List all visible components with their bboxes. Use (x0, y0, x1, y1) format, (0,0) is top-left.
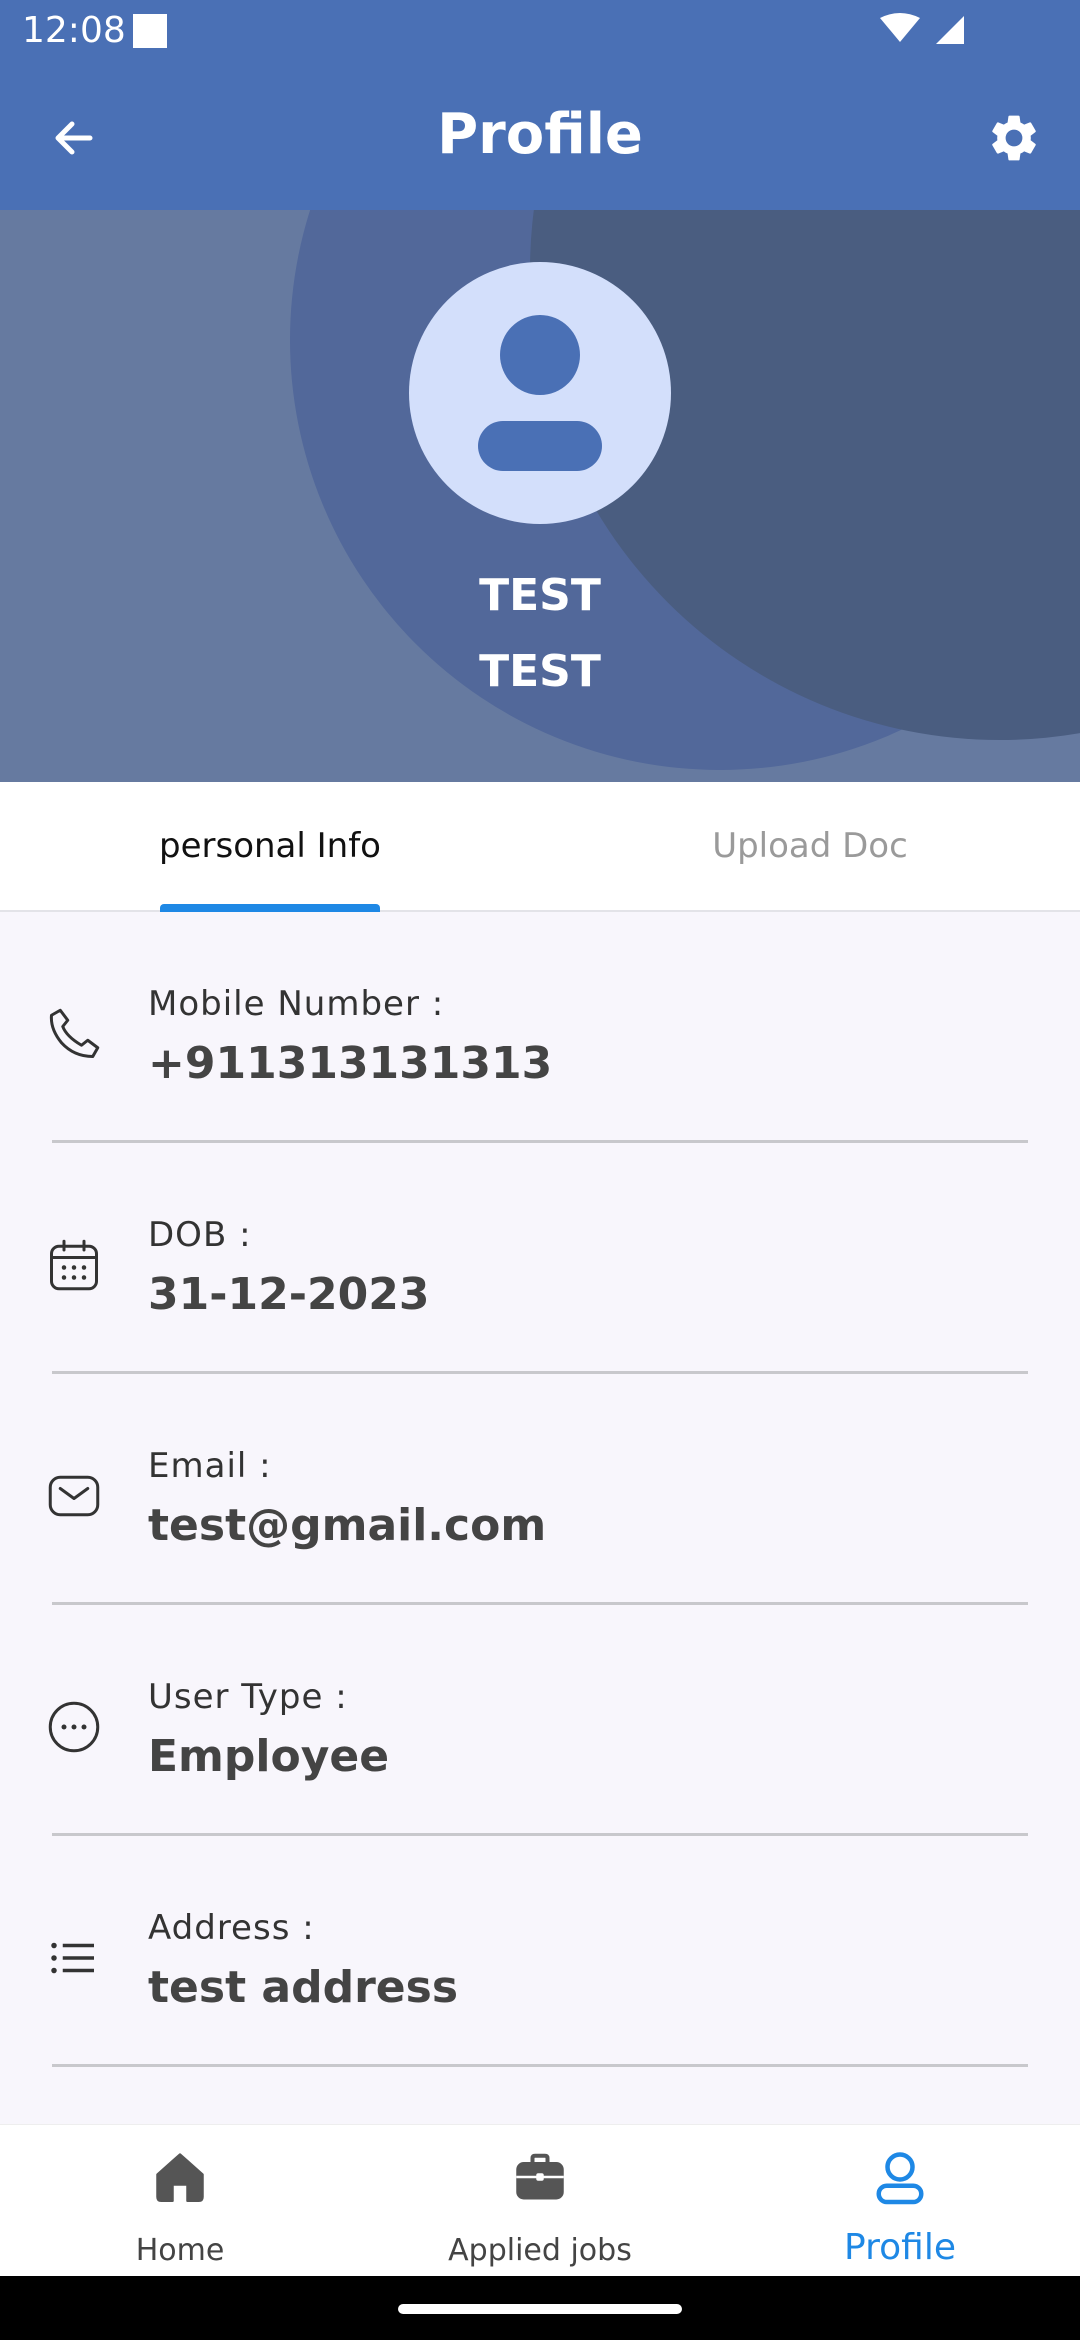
status-bar: 12:08 (0, 0, 1080, 64)
gear-icon (992, 115, 1036, 161)
avatar[interactable] (409, 262, 671, 524)
status-time: 12:08 (22, 10, 126, 51)
more-horizontal-circle-icon (48, 1701, 100, 1753)
info-row-user-type: User Type : Employee (0, 1605, 1080, 1836)
list-icon (51, 1942, 94, 1974)
tab-personal-info[interactable]: personal Info (0, 782, 540, 910)
info-value: test@gmail.com (148, 1500, 547, 1551)
home-icon (156, 2153, 204, 2202)
info-label: DOB : (148, 1215, 252, 1255)
phone-icon (49, 1008, 100, 1058)
page-title: Profile (437, 102, 643, 167)
nav-label: Applied jobs (448, 2233, 632, 2268)
bottom-navigation: Home Applied jobs Profile (0, 2124, 1080, 2276)
app-bar: Profile (0, 64, 1080, 210)
profile-header: TEST TEST (0, 210, 1080, 782)
info-value: 31-12-2023 (148, 1269, 430, 1320)
divider (52, 2064, 1028, 2067)
info-row-dob: DOB : 31-12-2023 (0, 1143, 1080, 1374)
email-icon (48, 1475, 100, 1517)
info-row-address: Address : test address (0, 1836, 1080, 2067)
info-value: +911313131313 (148, 1038, 553, 1089)
info-value: Employee (148, 1731, 390, 1782)
info-label: Email : (148, 1446, 272, 1486)
home-gesture-handle[interactable] (398, 2304, 682, 2314)
person-icon (876, 2152, 924, 2205)
user-avatar-icon (478, 315, 602, 471)
info-label: User Type : (148, 1677, 348, 1717)
settings-button[interactable] (978, 102, 1050, 174)
info-value: test address (148, 1962, 459, 2013)
info-row-email: Email : test@gmail.com (0, 1374, 1080, 1605)
profile-last-name: TEST (479, 646, 601, 697)
notification-icon (133, 14, 167, 48)
tab-upload-doc[interactable]: Upload Doc (540, 782, 1080, 910)
active-tab-indicator (160, 904, 380, 912)
personal-info-list: Mobile Number : +911313131313 DOB : 31-1… (0, 912, 1080, 2067)
briefcase-icon (516, 2153, 564, 2200)
status-icons (880, 12, 970, 57)
nav-item-home[interactable]: Home (0, 2125, 360, 2277)
info-label: Mobile Number : (148, 984, 445, 1024)
info-row-mobile: Mobile Number : +911313131313 (0, 912, 1080, 1143)
info-label: Address : (148, 1908, 315, 1948)
nav-label: Profile (844, 2227, 956, 2268)
nav-item-applied-jobs[interactable]: Applied jobs (360, 2125, 720, 2277)
tab-bar: personal Info Upload Doc (0, 782, 1080, 912)
calendar-icon (50, 1239, 98, 1291)
nav-label: Home (135, 2233, 225, 2268)
nav-item-profile[interactable]: Profile (720, 2125, 1080, 2277)
wifi-signal-icon (880, 13, 964, 44)
profile-first-name: TEST (479, 570, 601, 621)
gesture-bar (0, 2276, 1080, 2340)
